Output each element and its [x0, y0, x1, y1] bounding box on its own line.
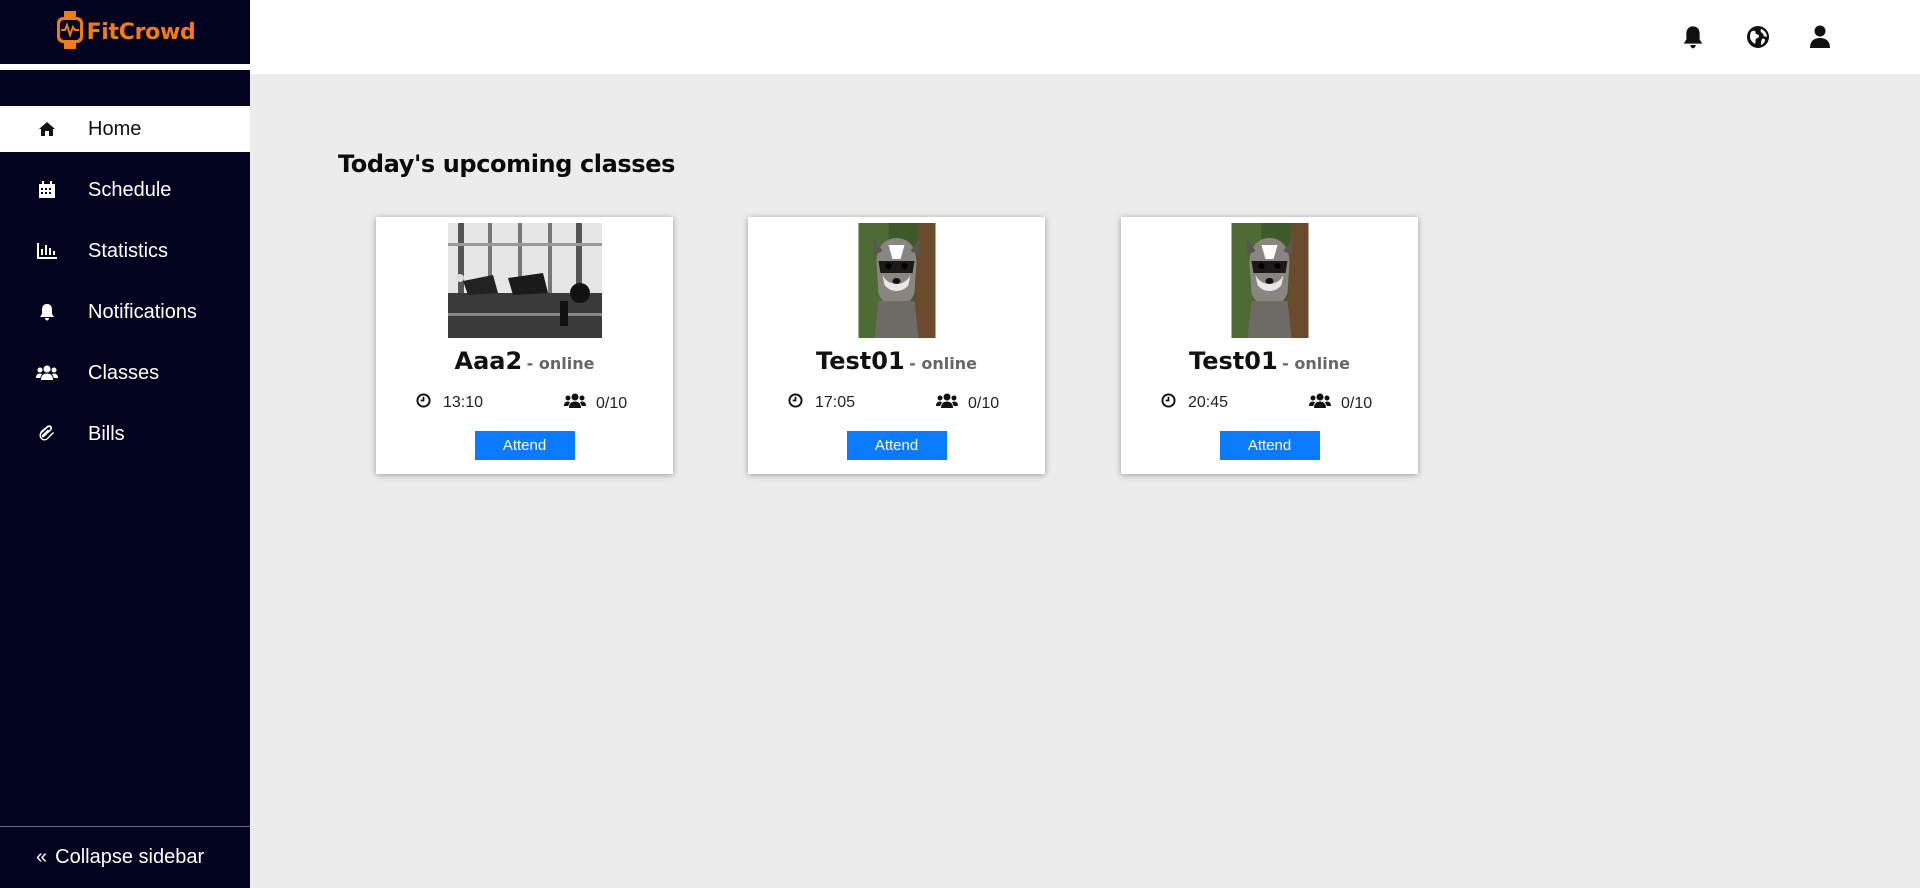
class-capacity: 0/10 [1309, 393, 1372, 414]
users-icon [936, 393, 958, 414]
sidebar-item-label: Notifications [88, 300, 197, 323]
sidebar-item-label: Statistics [88, 239, 169, 262]
collapse-sidebar-button[interactable]: « Collapse sidebar [0, 826, 250, 888]
class-name: Test01 [816, 347, 905, 375]
sidebar: FitCrowd Home Schedule Statistics Notifi… [0, 0, 250, 888]
class-meta: 13:10 0/10 [376, 393, 673, 413]
class-card: Aaa2 - online 13:10 0/10 Attend [376, 217, 673, 474]
class-card: Test01 - online 17:05 0/10 Attend [748, 217, 1045, 474]
users-icon [1309, 393, 1331, 414]
sidebar-item-statistics[interactable]: Statistics [0, 228, 250, 274]
user-icon[interactable] [1807, 24, 1833, 50]
class-capacity: 0/10 [564, 393, 627, 414]
attend-button[interactable]: Attend [846, 431, 947, 460]
sidebar-item-notifications[interactable]: Notifications [0, 289, 250, 335]
sidebar-nav: Home Schedule Statistics Notifications C… [0, 106, 250, 457]
watch-logo-icon [55, 10, 85, 55]
sidebar-item-label: Home [88, 117, 142, 140]
sidebar-item-home[interactable]: Home [0, 106, 250, 152]
class-image [1231, 223, 1308, 338]
attend-button[interactable]: Attend [1219, 431, 1320, 460]
class-image [447, 223, 602, 338]
users-icon [36, 362, 58, 384]
sidebar-item-classes[interactable]: Classes [0, 350, 250, 396]
class-time: 13:10 [416, 393, 483, 413]
clock-icon [1161, 393, 1176, 413]
class-name: Aaa2 [454, 347, 523, 375]
calendar-icon [36, 179, 58, 201]
bar-chart-icon [36, 240, 58, 262]
class-meta: 20:45 0/10 [1121, 393, 1418, 413]
sidebar-item-schedule[interactable]: Schedule [0, 167, 250, 213]
brand-name: FitCrowd [86, 19, 196, 45]
class-time-value: 13:10 [443, 394, 484, 411]
class-name: Test01 [1189, 347, 1278, 375]
logo[interactable]: FitCrowd [55, 10, 196, 55]
clock-icon [416, 393, 431, 413]
class-mode: - online [526, 354, 595, 373]
class-capacity-value: 0/10 [968, 394, 1000, 412]
class-capacity-value: 0/10 [596, 394, 628, 412]
page-title: Today's upcoming classes [338, 150, 675, 178]
class-time: 17:05 [788, 393, 855, 413]
class-capacity-value: 0/10 [1341, 394, 1373, 412]
bell-icon[interactable] [1680, 24, 1706, 50]
class-time: 20:45 [1161, 393, 1228, 413]
sidebar-item-bills[interactable]: Bills [0, 411, 250, 457]
sidebar-item-label: Bills [88, 422, 125, 445]
collapse-sidebar-label: Collapse sidebar [55, 846, 205, 868]
class-mode: - online [1282, 354, 1350, 373]
class-time-value: 17:05 [815, 394, 856, 411]
class-title: Test01 - online [1121, 347, 1418, 375]
bell-icon [36, 301, 58, 323]
paperclip-icon [36, 423, 58, 445]
class-meta: 17:05 0/10 [748, 393, 1045, 413]
class-time-value: 20:45 [1188, 394, 1229, 411]
class-card: Test01 - online 20:45 0/10 Attend [1121, 217, 1418, 474]
double-chevron-left-icon: « [36, 846, 48, 868]
users-icon [564, 393, 586, 414]
class-title: Aaa2 - online [376, 347, 673, 375]
globe-icon[interactable] [1745, 24, 1771, 50]
clock-icon [788, 393, 803, 413]
sidebar-item-label: Schedule [88, 178, 172, 201]
logo-bar: FitCrowd [0, 0, 250, 70]
attend-button[interactable]: Attend [474, 431, 575, 460]
top-bar [250, 0, 1920, 74]
home-icon [36, 118, 58, 140]
class-image [858, 223, 935, 338]
class-capacity: 0/10 [936, 393, 999, 414]
sidebar-item-label: Classes [88, 361, 160, 384]
class-title: Test01 - online [748, 347, 1045, 375]
class-mode: - online [909, 354, 977, 373]
